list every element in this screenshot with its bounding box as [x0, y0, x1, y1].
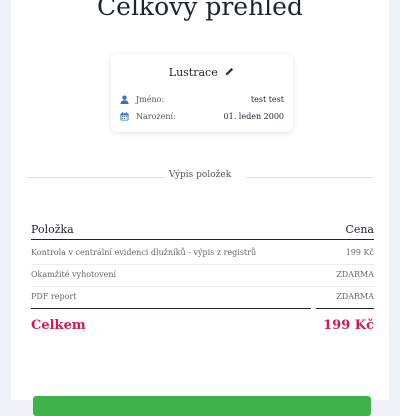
card-title: Lustrace — [168, 66, 218, 79]
item-price: ZDARMA — [336, 270, 374, 279]
lustrace-card: Lustrace Jméno: test test Narození: 01. … — [111, 54, 293, 132]
page-title: Celkový přehled — [97, 0, 303, 21]
list-item: Okamžité vyhotovení ZDARMA — [31, 270, 374, 290]
continue-button[interactable] — [33, 396, 371, 416]
items-divider-label: Výpis položek — [168, 170, 232, 180]
birth-label: Narození: — [136, 112, 176, 121]
item-price: ZDARMA — [336, 292, 374, 301]
item-name: Kontrola v centrální evidenci dlužníků -… — [31, 248, 257, 257]
edit-pencil-icon[interactable] — [224, 66, 235, 80]
birth-row: Narození: 01. leden 2000 — [120, 111, 284, 125]
header-rule — [31, 239, 374, 240]
item-name: PDF report — [31, 292, 77, 301]
item-name: Okamžité vyhotovení — [31, 270, 117, 279]
total-price: 199 Kč — [323, 318, 374, 333]
user-icon — [120, 95, 129, 104]
item-price: 199 Kč — [345, 248, 374, 257]
card-header: Lustrace — [111, 66, 293, 80]
calendar-icon — [120, 112, 129, 121]
summary-page: Celkový přehled Lustrace Jméno: test tes… — [11, 0, 389, 416]
row-divider — [31, 264, 374, 265]
list-item: Kontrola v centrální evidenci dlužníků -… — [31, 248, 374, 268]
row-divider — [31, 286, 374, 287]
column-header-item: Položka — [31, 223, 74, 236]
total-rule-left — [31, 308, 311, 309]
name-row: Jméno: test test — [120, 94, 284, 108]
list-item: PDF report ZDARMA — [31, 292, 374, 312]
total-rule-right — [316, 308, 374, 309]
total-label: Celkem — [31, 318, 86, 333]
column-header-price: Cena — [345, 223, 374, 236]
name-value: test test — [250, 95, 284, 104]
name-label: Jméno: — [136, 95, 165, 104]
birth-value: 01. leden 2000 — [223, 112, 284, 121]
